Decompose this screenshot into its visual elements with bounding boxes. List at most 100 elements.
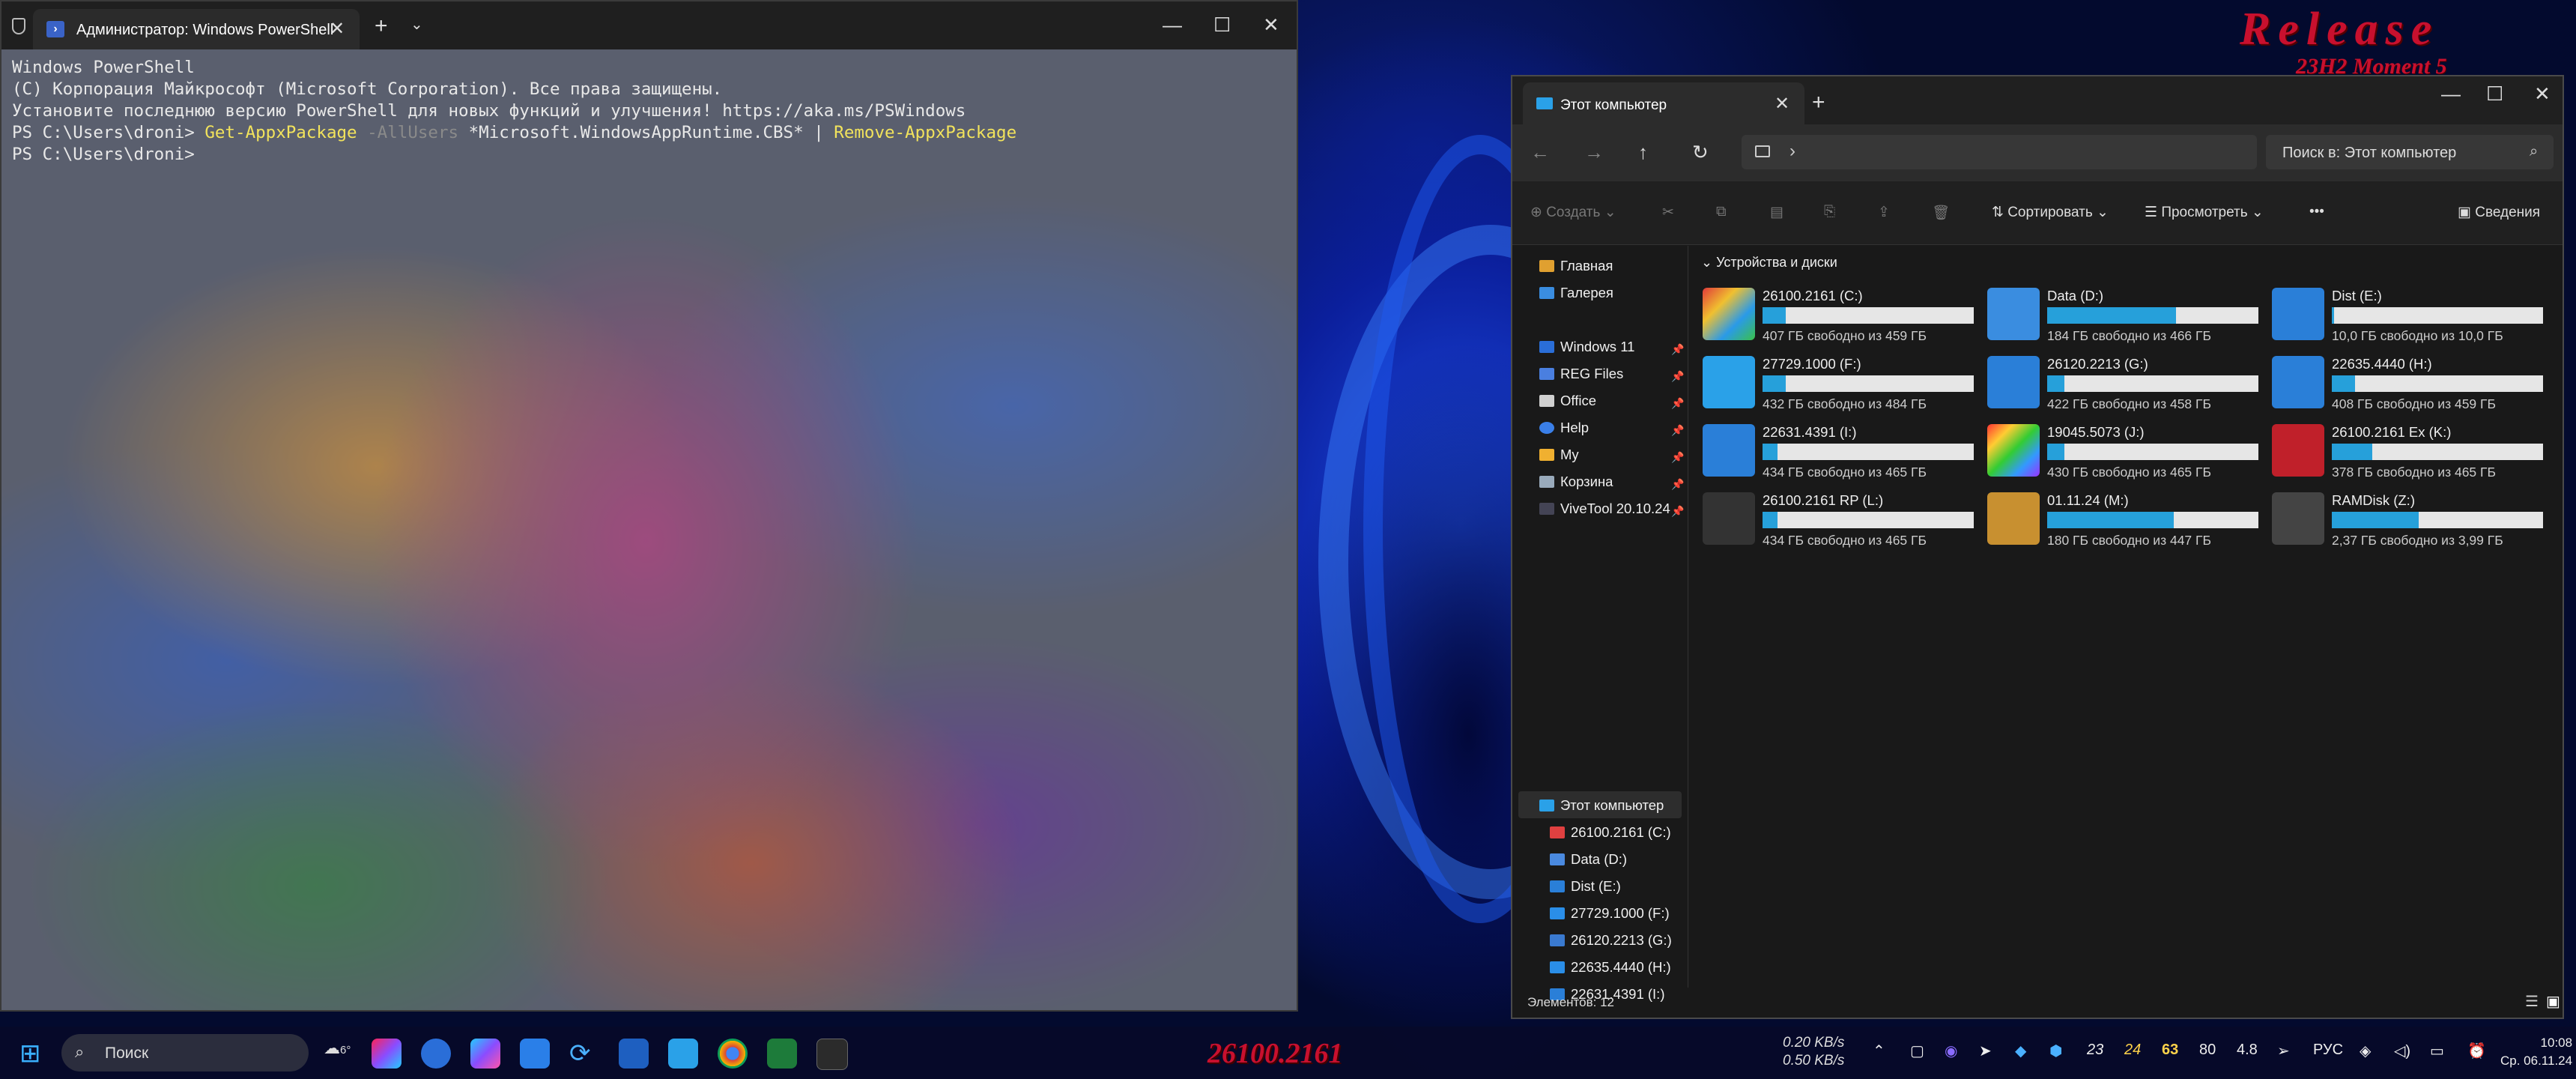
sidebar-item-drive[interactable]: 27729.1000 (F:) <box>1550 905 1670 928</box>
paste-icon[interactable]: ▤ <box>1770 204 1783 221</box>
wifi-icon[interactable]: ◈ <box>2360 1042 2371 1060</box>
delete-icon[interactable]: 🗑 <box>1932 204 1950 222</box>
new-tab-button[interactable]: + <box>375 13 388 39</box>
drive-tile[interactable]: 26100.2161 (C:) 407 ГБ свободно из 459 ГБ <box>1703 283 1987 349</box>
cmdlet: Remove-AppxPackage <box>834 123 1017 142</box>
tray-number[interactable]: 63 <box>2162 1042 2178 1059</box>
more-button[interactable]: ••• <box>2309 204 2324 220</box>
chevron-right-icon[interactable]: › <box>1789 141 1795 162</box>
close-button[interactable]: ✕ <box>2534 82 2551 106</box>
taskbar-search[interactable]: ⌕ Поиск <box>61 1034 309 1072</box>
maximize-button[interactable]: ☐ <box>2486 82 2503 106</box>
tray-number[interactable]: 4.8 <box>2237 1042 2258 1059</box>
create-button[interactable]: ⊕ Создать ⌄ <box>1530 204 1616 221</box>
sidebar-item-this-pc[interactable]: Этот компьютер <box>1539 797 1664 820</box>
notepad-icon[interactable] <box>767 1039 797 1069</box>
shield-tray-icon[interactable]: ⬢ <box>2049 1042 2062 1060</box>
drive-tile[interactable]: 26120.2213 (G:) 422 ГБ свободно из 458 ГБ <box>1987 351 2272 417</box>
drive-tile[interactable]: RAMDisk (Z:) 2,37 ГБ свободно из 3,99 ГБ <box>2272 488 2557 554</box>
drive-tile[interactable]: Dist (E:) 10,0 ГБ свободно из 10,0 ГБ <box>2272 283 2557 349</box>
drive-usage-fill <box>2332 307 2334 324</box>
volume-icon[interactable]: ◁) <box>2394 1042 2410 1060</box>
drive-tile[interactable]: 19045.5073 (J:) 430 ГБ свободно из 465 ГБ <box>1987 420 2272 486</box>
details-view-icon[interactable]: ☰ <box>2525 992 2539 1011</box>
sidebar-item-drive[interactable]: Data (D:) <box>1550 851 1627 874</box>
drive-tile[interactable]: 26100.2161 Ex (K:) 378 ГБ свободно из 465… <box>2272 420 2557 486</box>
start-button[interactable]: ⊞ <box>19 1039 49 1069</box>
drive-tile[interactable]: 22635.4440 (H:) 408 ГБ свободно из 459 ГБ <box>2272 351 2557 417</box>
network-tray-icon[interactable]: ◆ <box>2015 1042 2026 1060</box>
sidebar-item-drive[interactable]: 22635.4440 (H:) <box>1550 959 1671 982</box>
clock[interactable]: 10:08 Ср. 06.11.24 <box>2500 1034 2572 1070</box>
address-bar[interactable]: › <box>1742 135 2257 169</box>
group-header[interactable]: ⌄ Устройства и диски <box>1701 255 1837 270</box>
rename-icon[interactable]: ⎘ <box>1824 204 1835 220</box>
view-button[interactable]: ☰ Просмотреть ⌄ <box>2145 204 2264 221</box>
copilot-icon[interactable] <box>372 1039 401 1069</box>
explorer-tab[interactable]: Этот компьютер ✕ <box>1523 82 1804 124</box>
terminal-output[interactable]: Windows PowerShell (C) Корпорация Майкрос… <box>12 57 1016 166</box>
sync-icon[interactable]: ⟳ <box>569 1039 599 1069</box>
close-button[interactable]: ✕ <box>1263 13 1279 37</box>
tray-app-icon[interactable]: ▢ <box>1910 1042 1924 1060</box>
drive-tile[interactable]: 27729.1000 (F:) 432 ГБ свободно из 484 ГБ <box>1703 351 1987 417</box>
battery-icon[interactable]: ▭ <box>2430 1042 2444 1060</box>
copy-icon[interactable]: ⧉ <box>1716 204 1727 220</box>
sidebar-item-drive[interactable]: 26120.2213 (G:) <box>1550 932 1672 955</box>
sidebar-item-recycle-bin[interactable]: Корзина <box>1539 474 1613 496</box>
tray-number[interactable]: 80 <box>2199 1042 2216 1059</box>
store-icon[interactable] <box>520 1039 550 1069</box>
close-tab-icon[interactable]: ✕ <box>330 18 345 40</box>
telegram-icon[interactable]: ➤ <box>1979 1042 1992 1060</box>
tiles-view-icon[interactable]: ▣ <box>2546 992 2560 1011</box>
drive-tile[interactable]: 01.11.24 (M:) 180 ГБ свободно из 447 ГБ <box>1987 488 2272 554</box>
terminal-taskbar-icon[interactable] <box>816 1039 848 1070</box>
sidebar-item-drive[interactable]: 26100.2161 (C:) <box>1550 824 1671 847</box>
chevron-down-icon[interactable]: ⌄ <box>410 15 423 34</box>
tray-number[interactable]: 23 <box>2087 1042 2103 1059</box>
sidebar-item-gallery[interactable]: Галерея <box>1539 285 1613 307</box>
viber-icon[interactable]: ◉ <box>1945 1042 1957 1060</box>
alarm-icon[interactable]: ⏰ <box>2467 1042 2486 1060</box>
cut-icon[interactable]: ✂ <box>1662 204 1674 221</box>
chevron-up-icon[interactable]: ⌃ <box>1873 1042 1885 1060</box>
weather-widget[interactable]: ☁6° <box>324 1039 354 1069</box>
copilot-app-icon[interactable] <box>470 1039 500 1069</box>
terminal-titlebar[interactable]: › Администратор: Windows PowerShell ✕ + … <box>1 1 1297 49</box>
drive-tile[interactable]: Data (D:) 184 ГБ свободно из 466 ГБ <box>1987 283 2272 349</box>
share-icon[interactable]: ⇪ <box>1878 204 1890 221</box>
minimize-button[interactable]: — <box>2441 82 2461 106</box>
sort-button[interactable]: ⇅ Сортировать ⌄ <box>1992 204 2109 221</box>
maximize-button[interactable]: ☐ <box>1213 13 1231 37</box>
sidebar-item-office[interactable]: Office <box>1539 393 1596 415</box>
sidebar-item-vivetool[interactable]: ViveTool 20.10.24 <box>1539 501 1670 523</box>
sidebar-item-my[interactable]: My <box>1539 447 1579 469</box>
tray-number[interactable]: 24 <box>2124 1042 2141 1059</box>
sidebar-item-help[interactable]: Help <box>1539 420 1589 442</box>
search-input[interactable]: Поиск в: Этот компьютер ⌕ <box>2266 135 2554 169</box>
terminal-tab[interactable]: › Администратор: Windows PowerShell ✕ <box>33 9 360 49</box>
up-arrow-icon[interactable]: ↑ <box>1638 141 1648 164</box>
details-button[interactable]: ▣ Сведения <box>2458 204 2540 221</box>
new-tab-button[interactable]: + <box>1812 90 1825 115</box>
location-icon[interactable]: ➢ <box>2277 1042 2290 1060</box>
chrome-icon[interactable] <box>718 1039 748 1069</box>
drive-tile[interactable]: 22631.4391 (I:) 434 ГБ свободно из 465 ГБ <box>1703 420 1987 486</box>
powershell-window[interactable]: › Администратор: Windows PowerShell ✕ + … <box>0 0 1298 1012</box>
minimize-button[interactable]: — <box>1163 13 1182 37</box>
sidebar-item-home[interactable]: Главная <box>1539 258 1613 280</box>
explorer-taskbar-icon[interactable] <box>668 1039 698 1069</box>
explorer-titlebar[interactable]: Этот компьютер ✕ + — ☐ ✕ <box>1512 76 2563 124</box>
sidebar-item-reg-files[interactable]: REG Files <box>1539 366 1623 388</box>
forward-arrow-icon[interactable]: → <box>1584 141 1604 164</box>
sidebar-item-windows11[interactable]: Windows 11 <box>1539 339 1634 361</box>
drive-tile[interactable]: 26100.2161 RP (L:) 434 ГБ свободно из 465… <box>1703 488 1987 554</box>
close-tab-icon[interactable]: ✕ <box>1775 93 1789 115</box>
refresh-icon[interactable]: ↻ <box>1692 141 1709 164</box>
back-arrow-icon[interactable]: ← <box>1530 141 1550 164</box>
explorer-window[interactable]: Этот компьютер ✕ + — ☐ ✕ ← → ↑ ↻ › Поиск… <box>1511 75 2564 1019</box>
language-indicator[interactable]: РУС <box>2313 1042 2343 1059</box>
sidebar-item-drive[interactable]: Dist (E:) <box>1550 878 1621 901</box>
calculator-icon[interactable] <box>619 1039 649 1069</box>
browser-icon[interactable] <box>421 1039 451 1069</box>
